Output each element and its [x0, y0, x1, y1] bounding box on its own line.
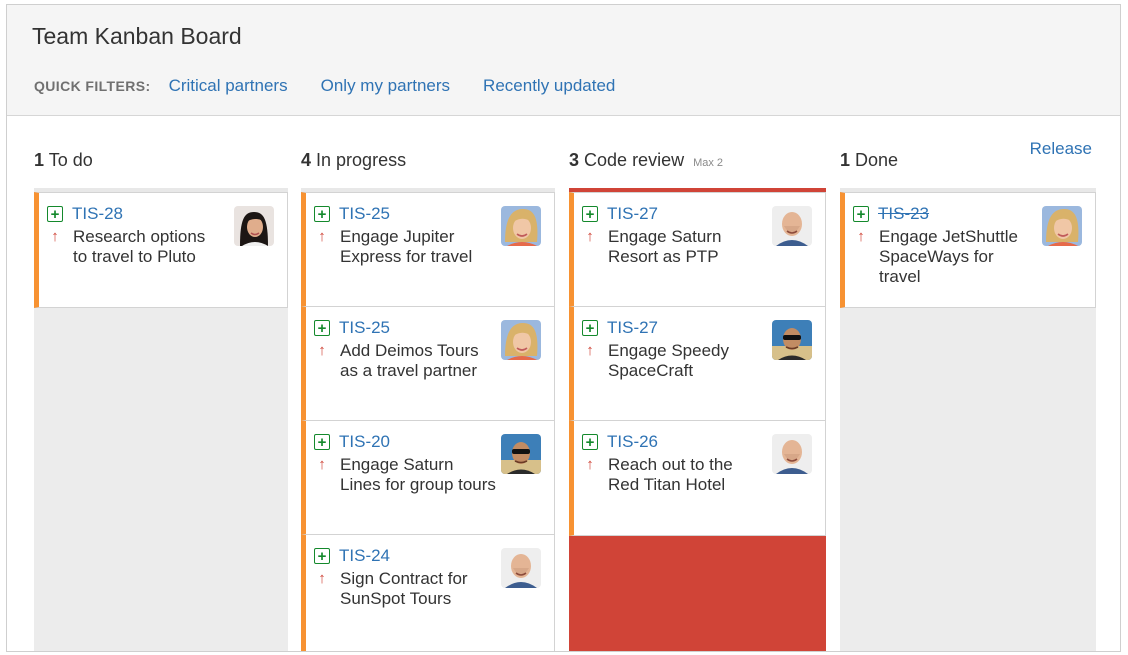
issue-summary: Research options to travel to Pluto [73, 227, 206, 266]
card-key-row: + TIS-20 [314, 432, 390, 452]
lane-todo: + TIS-28 ↑ Research options to travel to… [34, 188, 288, 651]
issue-card[interactable]: + TIS-27 ↑ Engage Speedy SpaceCraft [569, 306, 826, 421]
board-frame: Team Kanban Board QUICK FILTERS: Critica… [6, 4, 1121, 652]
filter-only-my-partners[interactable]: Only my partners [321, 76, 450, 96]
issue-card[interactable]: + TIS-27 ↑ Engage Saturn Resort as PTP [569, 192, 826, 308]
story-plus-icon: + [314, 434, 330, 450]
card-summary-row: ↑ Sign Contract for SunSpot Tours [314, 569, 505, 609]
story-plus-icon: + [582, 320, 598, 336]
priority-up-arrow-icon: ↑ [318, 228, 326, 245]
issue-key[interactable]: TIS-25 [339, 204, 390, 224]
page-title: Team Kanban Board [32, 23, 242, 49]
filter-critical-partners[interactable]: Critical partners [169, 76, 288, 96]
woman-blonde-avatar[interactable] [501, 320, 541, 360]
card-key-row: + TIS-25 [314, 204, 390, 224]
issue-card[interactable]: + TIS-25 ↑ Engage Jupiter Express for tr… [301, 192, 555, 308]
issue-summary: Engage Speedy SpaceCraft [608, 341, 729, 380]
card-summary-row: ↑ Engage Jupiter Express for travel [314, 227, 505, 267]
filter-recently-updated[interactable]: Recently updated [483, 76, 615, 96]
issue-key[interactable]: TIS-27 [607, 204, 658, 224]
man-sunglasses-avatar[interactable] [501, 434, 541, 474]
quick-filters-label: QUICK FILTERS: [34, 78, 151, 94]
issue-summary: Engage Saturn Resort as PTP [608, 227, 722, 266]
column-name: In progress [316, 150, 407, 170]
card-summary-row: ↑ Add Deimos Tours as a travel partner [314, 341, 505, 381]
issue-summary: Add Deimos Tours as a travel partner [340, 341, 479, 380]
issue-key[interactable]: TIS-23 [878, 204, 929, 224]
issue-key[interactable]: TIS-26 [607, 432, 658, 452]
priority-up-arrow-icon: ↑ [586, 342, 594, 359]
priority-up-arrow-icon: ↑ [857, 228, 865, 245]
lane-in-progress: + TIS-25 ↑ Engage Jupiter Express for tr… [301, 188, 555, 651]
issue-key[interactable]: TIS-24 [339, 546, 390, 566]
issue-summary: Reach out to the Red Titan Hotel [608, 455, 733, 494]
story-plus-icon: + [582, 206, 598, 222]
column-count: 1 [840, 150, 851, 170]
issue-summary: Engage JetShuttle SpaceWays for travel [879, 227, 1018, 286]
column-header-todo: 1 To do [34, 150, 93, 171]
column-count: 1 [34, 150, 45, 170]
story-plus-icon: + [314, 548, 330, 564]
column-name: To do [48, 150, 93, 170]
card-summary-row: ↑ Research options to travel to Pluto [47, 227, 238, 267]
release-link[interactable]: Release [1030, 139, 1092, 159]
column-header-code-review: 3 Code review Max 2 [569, 150, 723, 171]
issue-key[interactable]: TIS-25 [339, 318, 390, 338]
woman-blonde-avatar[interactable] [1042, 206, 1082, 246]
story-plus-icon: + [314, 320, 330, 336]
issue-key[interactable]: TIS-27 [607, 318, 658, 338]
card-key-row: + TIS-25 [314, 318, 390, 338]
column-header-done: 1 Done [840, 150, 898, 171]
card-key-row: + TIS-24 [314, 546, 390, 566]
issue-card[interactable]: + TIS-24 ↑ Sign Contract for SunSpot Tou… [301, 534, 555, 651]
lane-done: + TIS-23 ↑ Engage JetShuttle SpaceWays f… [840, 188, 1096, 651]
story-plus-icon: + [47, 206, 63, 222]
man-bald-avatar[interactable] [501, 548, 541, 588]
issue-card[interactable]: + TIS-23 ↑ Engage JetShuttle SpaceWays f… [840, 192, 1096, 308]
card-summary-row: ↑ Reach out to the Red Titan Hotel [582, 455, 773, 495]
quick-filters: QUICK FILTERS: Critical partners Only my… [34, 76, 615, 96]
issue-card[interactable]: + TIS-28 ↑ Research options to travel to… [34, 192, 288, 308]
priority-up-arrow-icon: ↑ [318, 456, 326, 473]
woman-dark-hair-avatar[interactable] [234, 206, 274, 246]
column-max-limit: Max 2 [693, 157, 724, 169]
priority-up-arrow-icon: ↑ [318, 570, 326, 587]
issue-key[interactable]: TIS-20 [339, 432, 390, 452]
card-summary-row: ↑ Engage Saturn Resort as PTP [582, 227, 773, 267]
column-name: Done [855, 150, 899, 170]
priority-up-arrow-icon: ↑ [318, 342, 326, 359]
woman-blonde-avatar[interactable] [501, 206, 541, 246]
card-key-row: + TIS-28 [47, 204, 123, 224]
story-plus-icon: + [853, 206, 869, 222]
story-plus-icon: + [314, 206, 330, 222]
board-header: Team Kanban Board QUICK FILTERS: Critica… [7, 5, 1120, 116]
issue-summary: Sign Contract for SunSpot Tours [340, 569, 468, 608]
card-summary-row: ↑ Engage Speedy SpaceCraft [582, 341, 773, 381]
issue-card[interactable]: + TIS-26 ↑ Reach out to the Red Titan Ho… [569, 420, 826, 536]
story-plus-icon: + [582, 434, 598, 450]
issue-card[interactable]: + TIS-25 ↑ Add Deimos Tours as a travel … [301, 306, 555, 421]
card-summary-row: ↑ Engage JetShuttle SpaceWays for travel [853, 227, 1029, 287]
issue-summary: Engage Saturn Lines for group tours [340, 455, 496, 494]
man-bald-avatar[interactable] [772, 206, 812, 246]
column-count: 4 [301, 150, 312, 170]
man-bald-avatar[interactable] [772, 434, 812, 474]
card-summary-row: ↑ Engage Saturn Lines for group tours [314, 455, 510, 495]
priority-up-arrow-icon: ↑ [586, 228, 594, 245]
issue-key[interactable]: TIS-28 [72, 204, 123, 224]
column-count: 3 [569, 150, 580, 170]
card-key-row: + TIS-26 [582, 432, 658, 452]
lane-code-review: + TIS-27 ↑ Engage Saturn Resort as PTP +… [569, 188, 826, 651]
card-key-row: + TIS-27 [582, 318, 658, 338]
priority-up-arrow-icon: ↑ [51, 228, 59, 245]
column-header-in-progress: 4 In progress [301, 150, 406, 171]
issue-card[interactable]: + TIS-20 ↑ Engage Saturn Lines for group… [301, 420, 555, 535]
priority-up-arrow-icon: ↑ [586, 456, 594, 473]
issue-summary: Engage Jupiter Express for travel [340, 227, 473, 266]
card-key-row: + TIS-27 [582, 204, 658, 224]
column-name: Code review [584, 150, 685, 170]
card-key-row: + TIS-23 [853, 204, 929, 224]
man-sunglasses-avatar[interactable] [772, 320, 812, 360]
